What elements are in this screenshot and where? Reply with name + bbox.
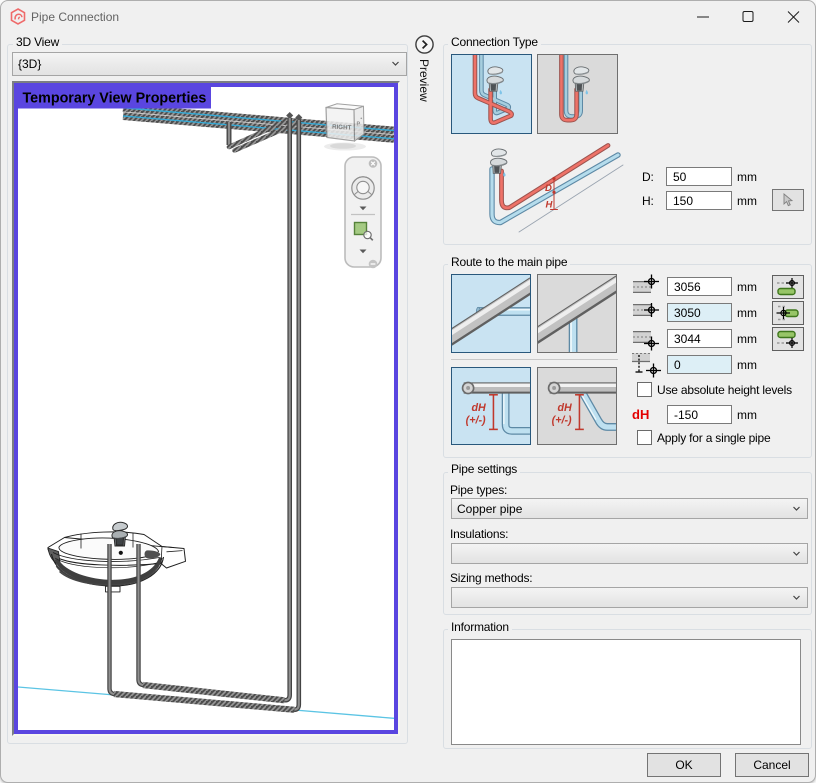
svg-text:RIGHT: RIGHT [332,124,352,132]
svg-text:(+/-): (+/-) [466,415,486,427]
svg-text:(+/-): (+/-) [552,415,572,427]
svg-text:D: D [545,183,552,194]
svg-text:H: H [546,200,554,211]
svg-text:P: P [357,122,361,128]
svg-text:dH: dH [472,402,487,414]
svg-text:dH: dH [558,402,573,414]
svg-text:Temporary View Properties: Temporary View Properties [23,91,207,107]
